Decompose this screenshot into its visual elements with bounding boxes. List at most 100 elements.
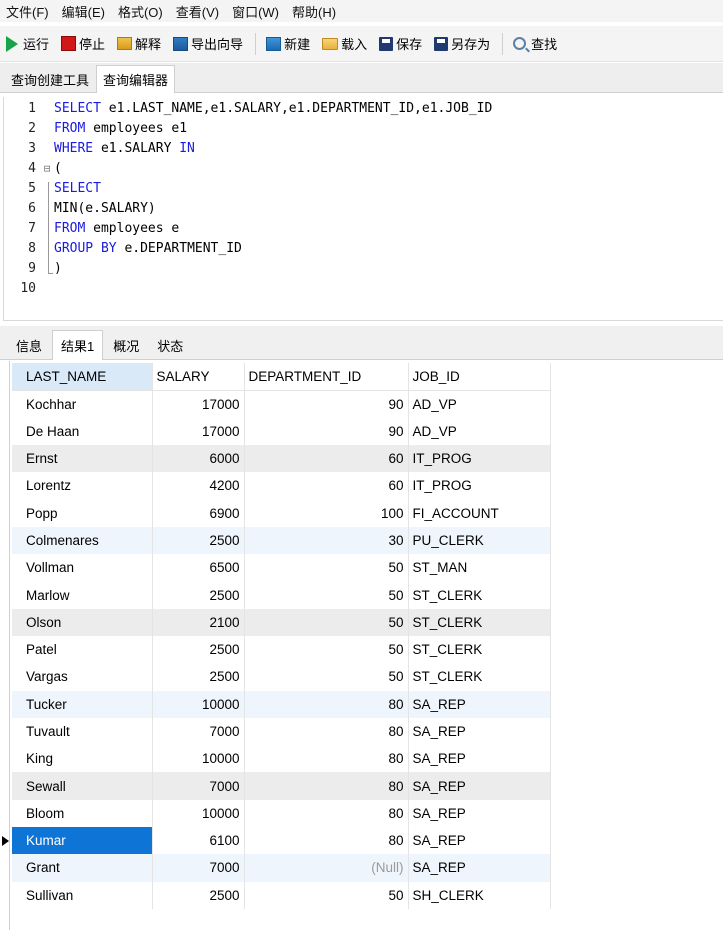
cell-job-id[interactable]: SA_REP <box>408 717 551 746</box>
cell-job-id[interactable]: ST_CLERK <box>408 635 551 664</box>
cell-last-name[interactable]: Kochhar <box>12 390 153 418</box>
cell-last-name[interactable]: Vargas <box>12 663 153 691</box>
explain-button[interactable]: 解释 <box>117 34 161 53</box>
table-row[interactable]: Sullivan 2500 50 SH_CLERK <box>12 881 551 909</box>
find-button[interactable]: 查找 <box>513 34 557 53</box>
tab-info[interactable]: 信息 <box>8 331 50 359</box>
table-row[interactable]: Bloom 10000 80 SA_REP <box>12 799 551 828</box>
table-row[interactable]: Colmenares 2500 30 PU_CLERK <box>12 526 551 555</box>
cell-last-name[interactable]: Tuvault <box>12 717 153 746</box>
cell-department-id[interactable]: 50 <box>244 635 409 664</box>
cell-salary[interactable]: 17000 <box>152 390 245 418</box>
run-button[interactable]: 运行 <box>6 34 49 53</box>
export-wizard-button[interactable]: 导出向导 <box>173 34 243 53</box>
cell-department-id[interactable]: 80 <box>244 745 409 773</box>
cell-salary[interactable]: 2500 <box>152 881 245 909</box>
cell-salary[interactable]: 4200 <box>152 472 245 500</box>
cell-salary[interactable]: 6100 <box>152 827 245 855</box>
tab-profile[interactable]: 概况 <box>105 331 147 359</box>
cell-job-id[interactable]: SH_CLERK <box>408 881 551 909</box>
table-row[interactable]: Kumar 6100 80 SA_REP <box>12 827 551 855</box>
cell-department-id[interactable]: 30 <box>244 526 409 555</box>
cell-job-id[interactable]: ST_CLERK <box>408 581 551 609</box>
cell-department-id[interactable]: 90 <box>244 390 409 418</box>
column-header-last-name[interactable]: LAST_NAME <box>12 363 153 391</box>
table-row[interactable]: Popp 6900 100 FI_ACCOUNT <box>12 499 551 527</box>
cell-department-id[interactable]: 50 <box>244 663 409 691</box>
tab-result1[interactable]: 结果1 <box>52 330 104 360</box>
cell-last-name[interactable]: Olson <box>12 608 153 636</box>
cell-salary[interactable]: 10000 <box>152 799 245 828</box>
cell-job-id[interactable]: ST_CLERK <box>408 608 551 636</box>
cell-last-name[interactable]: Lorentz <box>12 472 153 500</box>
column-header-department-id[interactable]: DEPARTMENT_ID <box>244 363 409 391</box>
cell-last-name[interactable]: Patel <box>12 635 153 664</box>
cell-salary[interactable]: 2500 <box>152 526 245 555</box>
menu-view[interactable]: 查看(V) <box>176 2 219 21</box>
table-row[interactable]: Ernst 6000 60 IT_PROG <box>12 444 551 473</box>
cell-department-id[interactable]: 60 <box>244 472 409 500</box>
cell-department-id[interactable]: 50 <box>244 554 409 582</box>
cell-job-id[interactable]: AD_VP <box>408 417 551 445</box>
load-button[interactable]: 载入 <box>322 34 367 53</box>
save-button[interactable]: 保存 <box>379 34 422 53</box>
cell-last-name[interactable]: Tucker <box>12 690 153 718</box>
cell-last-name[interactable]: De Haan <box>12 417 153 445</box>
cell-salary[interactable]: 7000 <box>152 854 245 882</box>
menu-edit[interactable]: 编辑(E) <box>62 2 105 21</box>
table-row[interactable]: Vollman 6500 50 ST_MAN <box>12 554 551 582</box>
cell-department-id[interactable]: 80 <box>244 827 409 855</box>
fold-toggle-icon[interactable]: ⊟ <box>40 159 54 179</box>
result-grid[interactable]: LAST_NAME SALARY DEPARTMENT_ID JOB_ID Ko… <box>0 361 723 930</box>
cell-job-id[interactable]: SA_REP <box>408 690 551 718</box>
table-row[interactable]: King 10000 80 SA_REP <box>12 745 551 773</box>
cell-department-id[interactable]: 60 <box>244 444 409 473</box>
sql-editor[interactable]: 1 SELECT e1.LAST_NAME,e1.SALARY,e1.DEPAR… <box>3 97 723 321</box>
cell-job-id[interactable]: SA_REP <box>408 799 551 828</box>
cell-job-id[interactable]: PU_CLERK <box>408 526 551 555</box>
cell-job-id[interactable]: IT_PROG <box>408 472 551 500</box>
new-button[interactable]: 新建 <box>266 34 310 53</box>
cell-salary[interactable]: 2500 <box>152 635 245 664</box>
cell-salary[interactable]: 10000 <box>152 690 245 718</box>
table-row[interactable]: Marlow 2500 50 ST_CLERK <box>12 581 551 609</box>
cell-department-id[interactable]: 90 <box>244 417 409 445</box>
cell-salary[interactable]: 2500 <box>152 581 245 609</box>
menu-file[interactable]: 文件(F) <box>6 2 49 21</box>
cell-last-name[interactable]: Colmenares <box>12 526 153 555</box>
cell-job-id[interactable]: IT_PROG <box>408 444 551 473</box>
menu-format[interactable]: 格式(O) <box>118 2 163 21</box>
cell-job-id[interactable]: ST_MAN <box>408 554 551 582</box>
tab-query-editor[interactable]: 查询编辑器 <box>96 65 176 93</box>
stop-button[interactable]: 停止 <box>61 34 105 53</box>
cell-department-id[interactable]: 80 <box>244 772 409 800</box>
table-row[interactable]: Tucker 10000 80 SA_REP <box>12 690 551 718</box>
cell-last-name[interactable]: Popp <box>12 499 153 527</box>
table-row[interactable]: Kochhar 17000 90 AD_VP <box>12 390 551 418</box>
cell-salary[interactable]: 6500 <box>152 554 245 582</box>
cell-job-id[interactable]: SA_REP <box>408 745 551 773</box>
cell-department-id[interactable]: 80 <box>244 717 409 746</box>
cell-last-name[interactable]: Grant <box>12 854 153 882</box>
cell-last-name[interactable]: Marlow <box>12 581 153 609</box>
cell-job-id[interactable]: SA_REP <box>408 827 551 855</box>
cell-salary[interactable]: 2100 <box>152 608 245 636</box>
table-row[interactable]: Lorentz 4200 60 IT_PROG <box>12 472 551 500</box>
cell-last-name[interactable]: Vollman <box>12 554 153 582</box>
cell-last-name[interactable]: King <box>12 745 153 773</box>
save-as-button[interactable]: 另存为 <box>434 34 490 53</box>
table-row[interactable]: Patel 2500 50 ST_CLERK <box>12 635 551 664</box>
table-row[interactable]: De Haan 17000 90 AD_VP <box>12 417 551 445</box>
cell-job-id[interactable]: SA_REP <box>408 854 551 882</box>
table-row[interactable]: Tuvault 7000 80 SA_REP <box>12 717 551 746</box>
tab-status[interactable]: 状态 <box>149 331 191 359</box>
cell-job-id[interactable]: FI_ACCOUNT <box>408 499 551 527</box>
cell-salary[interactable]: 2500 <box>152 663 245 691</box>
cell-last-name[interactable]: Kumar <box>12 827 153 855</box>
cell-department-id[interactable]: 80 <box>244 799 409 828</box>
cell-last-name[interactable]: Sullivan <box>12 881 153 909</box>
table-row[interactable]: Olson 2100 50 ST_CLERK <box>12 608 551 636</box>
menu-help[interactable]: 帮助(H) <box>292 2 336 21</box>
cell-salary[interactable]: 6900 <box>152 499 245 527</box>
cell-last-name[interactable]: Bloom <box>12 799 153 828</box>
